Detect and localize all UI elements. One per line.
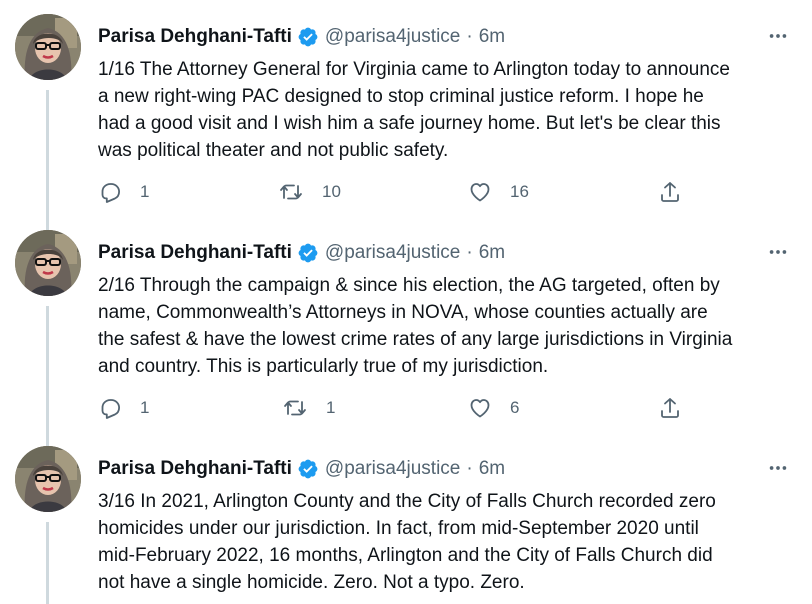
- tweet-header: Parisa Dehghani-Tafti @parisa4justice · …: [98, 240, 505, 266]
- tweet-timestamp[interactable]: 6m: [479, 26, 505, 48]
- tweet-header: Parisa Dehghani-Tafti @parisa4justice · …: [98, 24, 505, 50]
- avatar-image: [15, 14, 81, 80]
- verified-badge-icon: [297, 26, 319, 48]
- like-button[interactable]: 6: [468, 396, 519, 420]
- reply-icon: [98, 396, 122, 420]
- like-icon: [468, 180, 492, 204]
- verified-badge-icon: [297, 458, 319, 480]
- verified-badge-icon: [297, 242, 319, 264]
- more-options-button[interactable]: [766, 458, 790, 478]
- avatar-image: [15, 446, 81, 512]
- retweet-icon: [278, 180, 304, 204]
- author-avatar[interactable]: [15, 230, 81, 296]
- author-handle[interactable]: @parisa4justice: [325, 458, 460, 480]
- tweet-text: 2/16 Through the campaign & since his el…: [98, 275, 733, 377]
- like-count: 16: [510, 182, 529, 201]
- author-name[interactable]: Parisa Dehghani-Tafti: [98, 242, 292, 264]
- like-button[interactable]: 16: [468, 180, 529, 204]
- tweet-timestamp[interactable]: 6m: [479, 458, 505, 480]
- share-icon: [658, 396, 682, 420]
- share-button[interactable]: [658, 396, 682, 420]
- tweet-3[interactable]: Parisa Dehghani-Tafti @parisa4justice · …: [0, 446, 812, 604]
- tweet-timestamp[interactable]: 6m: [479, 242, 505, 264]
- more-icon: [767, 241, 789, 263]
- tweet-2[interactable]: Parisa Dehghani-Tafti @parisa4justice · …: [0, 230, 812, 440]
- separator-dot: ·: [466, 26, 473, 47]
- share-icon: [658, 180, 682, 204]
- author-handle[interactable]: @parisa4justice: [325, 242, 460, 264]
- author-name[interactable]: Parisa Dehghani-Tafti: [98, 26, 292, 48]
- reply-button[interactable]: 1: [98, 180, 149, 204]
- more-options-button[interactable]: [766, 26, 790, 46]
- author-avatar[interactable]: [15, 14, 81, 80]
- avatar-image: [15, 230, 81, 296]
- like-count: 6: [510, 398, 520, 417]
- author-name[interactable]: Parisa Dehghani-Tafti: [98, 458, 292, 480]
- tweet-1[interactable]: Parisa Dehghani-Tafti @parisa4justice · …: [0, 14, 812, 224]
- separator-dot: ·: [466, 242, 473, 263]
- more-options-button[interactable]: [766, 242, 790, 262]
- share-button[interactable]: [658, 180, 682, 204]
- retweet-button[interactable]: 1: [282, 396, 335, 420]
- retweet-icon: [282, 396, 308, 420]
- reply-button[interactable]: 1: [98, 396, 149, 420]
- reply-count: 1: [140, 182, 150, 201]
- more-icon: [767, 25, 789, 47]
- retweet-count: 1: [326, 398, 336, 417]
- retweet-button[interactable]: 10: [278, 180, 341, 204]
- tweet-header: Parisa Dehghani-Tafti @parisa4justice · …: [98, 456, 505, 482]
- more-icon: [767, 457, 789, 479]
- tweet-text: 1/16 The Attorney General for Virginia c…: [98, 59, 730, 161]
- reply-icon: [98, 180, 122, 204]
- author-handle[interactable]: @parisa4justice: [325, 26, 460, 48]
- tweet-text: 3/16 In 2021, Arlington County and the C…: [98, 491, 716, 593]
- retweet-count: 10: [322, 182, 341, 201]
- tweet-actions: 1 1 6: [98, 396, 688, 426]
- reply-count: 1: [140, 398, 150, 417]
- author-avatar[interactable]: [15, 446, 81, 512]
- separator-dot: ·: [466, 458, 473, 479]
- like-icon: [468, 396, 492, 420]
- tweet-actions: 1 10 16: [98, 180, 688, 210]
